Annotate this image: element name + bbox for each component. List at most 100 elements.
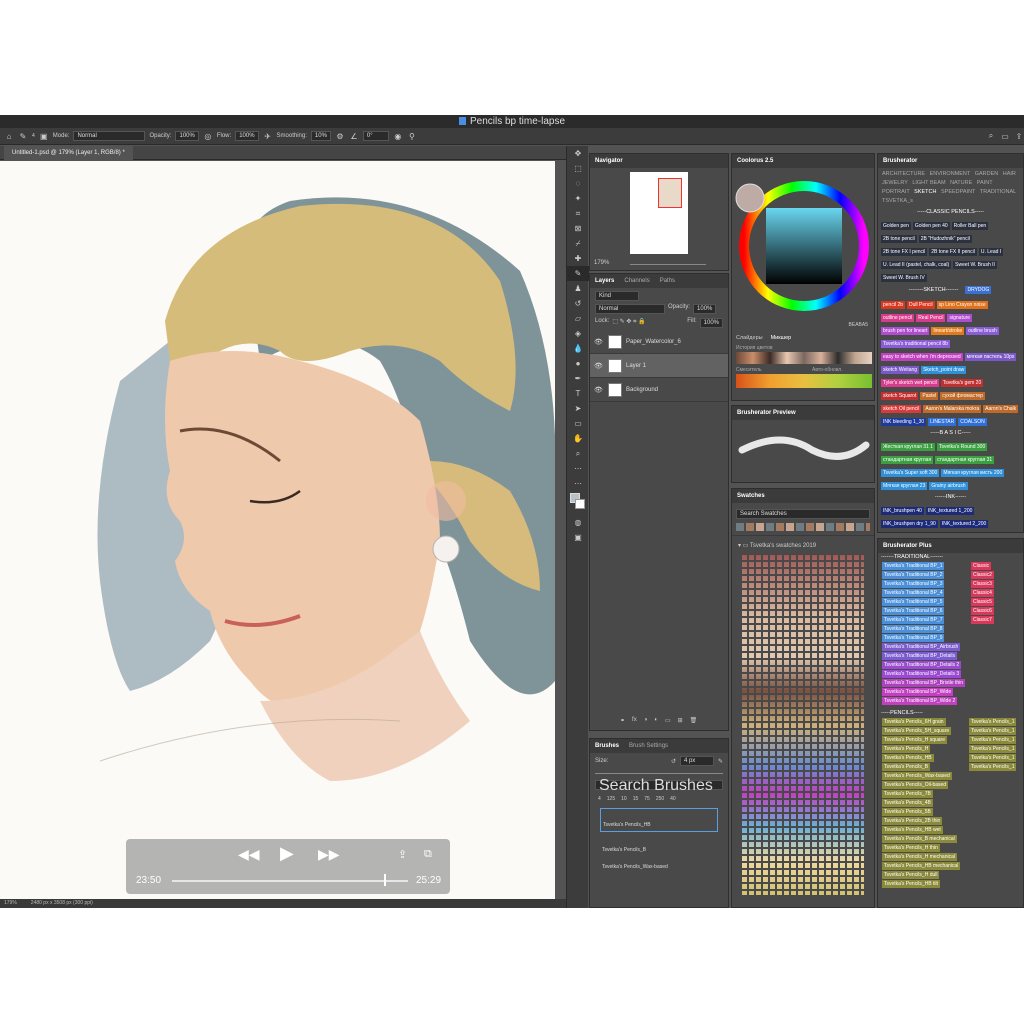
zoom-tool-icon[interactable]: ⌕ (567, 446, 589, 461)
brush-tool-icon[interactable]: ✎ (18, 131, 28, 141)
brush-tag[interactable]: Tsvetka's Traditional BP_9 (882, 634, 945, 642)
layer-row[interactable]: 👁 Background (590, 378, 728, 402)
brush-tag[interactable]: Real Pencil (916, 314, 946, 322)
play-icon[interactable]: ▶ (280, 843, 294, 864)
brush-tag[interactable]: Tsvetka's Pencils_HB wet (882, 826, 943, 834)
adjustment-layer-icon[interactable]: ◐ (654, 717, 658, 724)
status-zoom[interactable]: 179% (4, 899, 17, 908)
layer-row[interactable]: 👁 Layer 1 (590, 354, 728, 378)
category-tab[interactable]: PAINT (977, 180, 993, 186)
category-tab[interactable]: PORTRAIT (882, 189, 911, 195)
navigator-zoom[interactable]: 179% (594, 260, 609, 266)
brush-tag[interactable]: Tsvetka's Pencils_4B (882, 799, 933, 807)
brush-tag[interactable]: Tsvetka's Pencils_HB (882, 754, 934, 762)
brush-size-picker[interactable]: 4 (32, 133, 35, 139)
link-layers-icon[interactable]: ⚭ (620, 717, 625, 724)
layer-name[interactable]: Background (626, 387, 658, 393)
tab-brushes[interactable]: Brushes (595, 739, 619, 753)
brush-tag[interactable]: Tsvetka's Pencils_Oil-based (882, 781, 949, 789)
edit-toolbar-icon[interactable]: ⋯ (567, 476, 589, 491)
brush-tag[interactable]: Tsvetka's Pencils_Wax-based (882, 772, 952, 780)
home-icon[interactable]: ⌂ (4, 131, 14, 141)
brush-tag[interactable]: Aaron's Chalk (983, 405, 1019, 413)
canvas[interactable] (0, 161, 555, 905)
brush-tag[interactable]: Tsvetka's Pencils_2B thin (882, 817, 943, 825)
brush-tag[interactable]: brush pen for lineart (881, 327, 930, 335)
brush-tag[interactable]: Tsvetka's Pencils_H square (882, 736, 947, 744)
brush-tag[interactable]: outline brush (966, 327, 999, 335)
brush-tag[interactable]: INK bleeding 1_30 (881, 418, 927, 426)
brush-tag[interactable]: Roller Ball pen (951, 222, 989, 230)
category-tab[interactable]: SPEEDPAINT (941, 189, 977, 195)
brush-tag[interactable]: Tsvetka's Round 300 (936, 443, 988, 451)
fx-icon[interactable]: fx (632, 717, 637, 724)
brush-tag[interactable]: Tsvetka's Traditional BP_4 (882, 589, 945, 597)
brush-tag[interactable]: Tsvetka's traditional pencil 8b (881, 340, 950, 348)
swatch-group[interactable]: ▾ ▭ Tsvetka's swatches 2019 (732, 535, 874, 555)
brush-tag[interactable]: Tsvetka's Traditional BP_Bristle thin (882, 679, 966, 687)
brush-item[interactable]: Tsvetka's Pencils_HB (600, 808, 718, 832)
fill-field[interactable]: 100% (699, 318, 723, 328)
brush-tag[interactable]: Classic2 (971, 571, 994, 579)
brush-tag[interactable]: Tsvetka's Traditional BP_2 (882, 571, 945, 579)
video-scrubber[interactable] (384, 874, 387, 886)
dodge-tool-icon[interactable]: ● (567, 356, 589, 371)
blur-tool-icon[interactable]: 💧 (567, 341, 589, 356)
brush-tag[interactable]: Tsvetka's Pencils_1 (969, 736, 1017, 744)
swatch-grid[interactable] (742, 555, 864, 895)
brush-tag[interactable]: Tsvetka's Pencils_B mechanical (882, 835, 957, 843)
swatch-search-input[interactable]: Search Swatches (736, 509, 870, 519)
brush-tag[interactable]: Tsvetka's Pencils_5H_square (882, 727, 952, 735)
healing-brush-icon[interactable]: ✚ (567, 251, 589, 266)
brush-tag[interactable]: Classic (971, 562, 992, 570)
brush-tag[interactable]: Tsvetka's Traditional BP_3 (882, 580, 945, 588)
brush-tag[interactable]: Tsvetka's Pencils_5B (882, 808, 933, 816)
preset-size[interactable]: 125 (607, 796, 615, 802)
brush-tag[interactable]: sketch Weitang (881, 366, 920, 374)
canvas-scroll-area[interactable] (555, 161, 566, 905)
brush-tag[interactable]: Tsvetka's Pencils_H dull (882, 871, 940, 879)
new-group-icon[interactable]: ▭ (665, 717, 671, 724)
flow-field[interactable]: 100% (235, 131, 259, 141)
share-icon[interactable]: ⇪ (398, 848, 407, 861)
brush-tag[interactable]: Tsvetka's Pencils_1 (969, 745, 1017, 753)
brush-tag[interactable]: lineart/stroke (931, 327, 965, 335)
shape-tool-icon[interactable]: ▭ (567, 416, 589, 431)
brush-tag[interactable]: Tsvetka's Traditional BP_Airbrush (882, 643, 961, 651)
airbrush-icon[interactable]: ✈ (263, 131, 273, 141)
pressure-opacity-icon[interactable]: ◎ (203, 131, 213, 141)
hand-tool-icon[interactable]: ✋ (567, 431, 589, 446)
category-tab[interactable]: LIGHT BEAM (912, 180, 947, 186)
brush-tag[interactable]: Tsvetka's Pencils_7B (882, 790, 933, 798)
brush-tag[interactable]: 2B tone FX II pencil (929, 248, 977, 256)
crop-tool-icon[interactable]: ⌗ (567, 206, 589, 221)
quick-mask-icon[interactable]: ◍ (567, 515, 589, 530)
brush-tag[interactable]: Tyler's sketch wet pencil (881, 379, 939, 387)
brush-tag[interactable]: Tsvetka's Pencils_H mechanical (882, 853, 957, 861)
clone-stamp-icon[interactable]: ♟ (567, 281, 589, 296)
new-layer-icon[interactable]: ⊞ (678, 717, 683, 724)
brush-tag[interactable]: Grainy airbrush (929, 482, 968, 490)
category-tab[interactable]: NATURE (950, 180, 974, 186)
brush-tag[interactable]: Tsvetka's Pencils_1 (969, 754, 1017, 762)
tab-brush-settings[interactable]: Brush Settings (629, 739, 668, 753)
tab-paths[interactable]: Paths (660, 274, 675, 288)
brush-tag[interactable]: 2B tone pencil (881, 235, 917, 243)
delete-layer-icon[interactable]: 🗑 (690, 717, 698, 724)
brush-tag[interactable]: Tsvetka's Pencils_H (882, 745, 931, 753)
fast-forward-icon[interactable]: ▶▶ (318, 846, 340, 863)
color-swatches[interactable] (567, 491, 588, 515)
brush-tag[interactable]: Жесткая круглая 31 1 (881, 443, 935, 451)
background-color[interactable] (575, 499, 585, 509)
brush-tag[interactable]: Golden pen (881, 222, 911, 230)
brush-tag[interactable]: 2B tone FX I pencil (881, 248, 928, 256)
angle-field[interactable]: 0° (362, 131, 389, 141)
brush-tag[interactable]: outline pencil (881, 314, 915, 322)
navigator-thumbnail[interactable] (630, 172, 688, 254)
category-tab[interactable]: JEWELRY (882, 180, 909, 186)
brush-tag[interactable]: Tsvetka's Pencils_B (882, 763, 931, 771)
eyedropper-icon[interactable]: ⌿ (567, 236, 589, 251)
layer-opacity-field[interactable]: 100% (693, 304, 717, 314)
brush-tag[interactable]: Tsvetka's Traditional BP_Details 3 (882, 670, 962, 678)
color-history[interactable] (736, 352, 872, 364)
